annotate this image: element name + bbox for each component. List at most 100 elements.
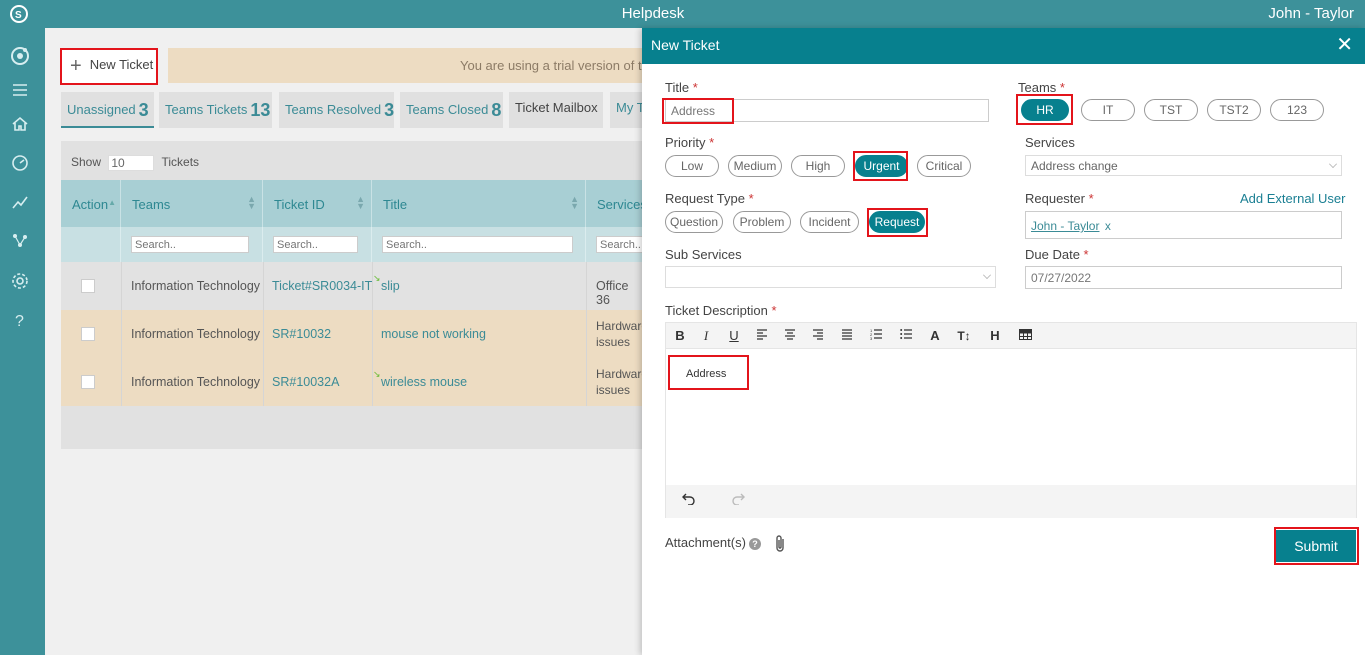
request-type-pill-problem[interactable]: Problem: [733, 211, 791, 233]
help-icon[interactable]: ?: [10, 310, 30, 330]
requester-chip[interactable]: John - Taylor: [1031, 219, 1099, 233]
due-date-input[interactable]: [1025, 266, 1342, 289]
font-size-icon[interactable]: T↕: [955, 327, 973, 345]
page-size-input[interactable]: 10: [108, 155, 155, 171]
column-header-action[interactable]: Action▲: [61, 180, 121, 227]
close-icon[interactable]: ✕: [1336, 35, 1353, 55]
user-name[interactable]: John - Taylor: [1268, 5, 1354, 22]
column-divider: [121, 262, 122, 406]
tab-teams-tickets[interactable]: Teams Tickets 13: [159, 92, 272, 128]
required-mark: *: [1059, 80, 1065, 95]
request-type-pill-request[interactable]: Request: [869, 211, 925, 233]
gear-icon[interactable]: [10, 271, 30, 291]
row-title[interactable]: wireless mouse: [381, 375, 467, 389]
align-right-icon[interactable]: [809, 327, 827, 345]
help-icon[interactable]: ?: [749, 538, 761, 550]
table-row[interactable]: Information Technology SR#10032A ↘ wirel…: [61, 358, 645, 406]
column-header-services[interactable]: Services: [586, 180, 645, 227]
team-pill-123[interactable]: 123: [1270, 99, 1324, 121]
team-pill-tst2[interactable]: TST2: [1207, 99, 1261, 121]
numbered-list-icon[interactable]: 123: [867, 327, 885, 345]
title-input[interactable]: [665, 99, 989, 122]
align-justify-icon[interactable]: [838, 327, 856, 345]
tab-count: 3: [384, 100, 395, 120]
priority-pill-critical[interactable]: Critical: [917, 155, 971, 177]
teams-search-input[interactable]: [131, 236, 249, 253]
column-header-teams[interactable]: Teams ▲ ▼: [121, 180, 263, 227]
tab-count: 8: [491, 100, 502, 120]
required-mark: *: [748, 191, 754, 206]
home-icon[interactable]: [10, 114, 30, 134]
menu-icon[interactable]: [10, 80, 30, 100]
tab-unassigned[interactable]: Unassigned 3: [61, 92, 154, 128]
required-mark: *: [771, 303, 777, 318]
priority-pill-high[interactable]: High: [791, 155, 845, 177]
trial-banner: You are using a trial version of t: [168, 48, 648, 83]
bold-icon[interactable]: B: [671, 327, 689, 345]
request-type-pill-question[interactable]: Question: [665, 211, 723, 233]
row-ticket-id[interactable]: SR#10032: [272, 327, 331, 341]
underline-icon[interactable]: U: [725, 327, 743, 345]
new-ticket-button[interactable]: + New Ticket: [60, 48, 158, 85]
tab-teams-closed[interactable]: Teams Closed 8: [400, 92, 503, 128]
priority-pill-medium[interactable]: Medium: [728, 155, 782, 177]
page-size-row: Show 10 Tickets: [71, 155, 199, 171]
editor-toolbar: B I U 123 A T↕ H: [666, 323, 1356, 349]
undo-icon[interactable]: [680, 491, 698, 509]
add-external-user-link[interactable]: Add External User: [1240, 191, 1346, 206]
team-pill-it[interactable]: IT: [1081, 99, 1135, 121]
new-ticket-label: New Ticket: [89, 57, 154, 72]
font-color-icon[interactable]: A: [926, 327, 944, 345]
speed-icon[interactable]: [10, 153, 30, 173]
sub-services-select[interactable]: [665, 266, 996, 288]
dashboard-icon[interactable]: [10, 46, 30, 66]
row-ticket-id[interactable]: SR#10032A: [272, 375, 339, 389]
row-checkbox[interactable]: [81, 279, 95, 293]
submit-button[interactable]: Submit: [1276, 530, 1356, 562]
row-title[interactable]: slip: [381, 279, 400, 293]
row-title[interactable]: mouse not working: [381, 327, 486, 341]
table-row[interactable]: Information Technology SR#10032 mouse no…: [61, 310, 645, 358]
paperclip-icon[interactable]: [773, 534, 787, 557]
description-editor[interactable]: Address: [666, 349, 1356, 485]
column-label: Action: [72, 197, 109, 212]
italic-icon[interactable]: I: [697, 327, 715, 345]
row-team: Information Technology: [131, 327, 261, 341]
required-mark: *: [1083, 247, 1089, 262]
column-header-title[interactable]: Title ▲ ▼: [372, 180, 586, 227]
show-label: Show: [71, 155, 102, 170]
tab-label: Teams Resolved: [285, 102, 382, 117]
column-header-ticket-id[interactable]: Ticket ID ▲ ▼: [263, 180, 372, 227]
title-search-input[interactable]: [382, 236, 573, 253]
table-row[interactable]: Information Technology Ticket#SR0034-IT …: [61, 262, 645, 310]
sub-services-label: Sub Services: [665, 247, 742, 262]
column-label: Title: [383, 197, 408, 212]
row-checkbox[interactable]: [81, 327, 95, 341]
row-checkbox[interactable]: [81, 375, 95, 389]
row-service: Hardware: [596, 367, 645, 381]
app-title: Helpdesk: [621, 5, 685, 22]
team-pill-hr[interactable]: HR: [1021, 99, 1069, 121]
team-pill-tst[interactable]: TST: [1144, 99, 1198, 121]
row-ticket-id[interactable]: Ticket#SR0034-IT: [272, 279, 372, 293]
priority-label-text: Priority: [665, 135, 706, 150]
network-icon[interactable]: [10, 231, 30, 251]
priority-pill-urgent[interactable]: Urgent: [855, 155, 908, 177]
align-left-icon[interactable]: [753, 327, 771, 345]
chart-icon[interactable]: [10, 192, 30, 212]
align-center-icon[interactable]: [781, 327, 799, 345]
priority-pill-low[interactable]: Low: [665, 155, 719, 177]
services-select[interactable]: Address change: [1025, 155, 1342, 176]
ticket-id-search-input[interactable]: [273, 236, 358, 253]
tab-teams-resolved[interactable]: Teams Resolved 3: [279, 92, 394, 128]
tab-my-tickets[interactable]: My T: [610, 92, 645, 128]
requester-remove-icon[interactable]: x: [1105, 219, 1111, 233]
bullet-list-icon[interactable]: [897, 327, 915, 345]
requester-input[interactable]: John - Taylor x: [1025, 211, 1342, 239]
table-icon[interactable]: [1016, 327, 1034, 345]
redo-icon[interactable]: [729, 491, 747, 509]
services-search-input[interactable]: [596, 236, 645, 253]
tab-ticket-mailbox[interactable]: Ticket Mailbox: [509, 92, 603, 128]
heading-icon[interactable]: H: [986, 327, 1004, 345]
request-type-pill-incident[interactable]: Incident: [800, 211, 859, 233]
